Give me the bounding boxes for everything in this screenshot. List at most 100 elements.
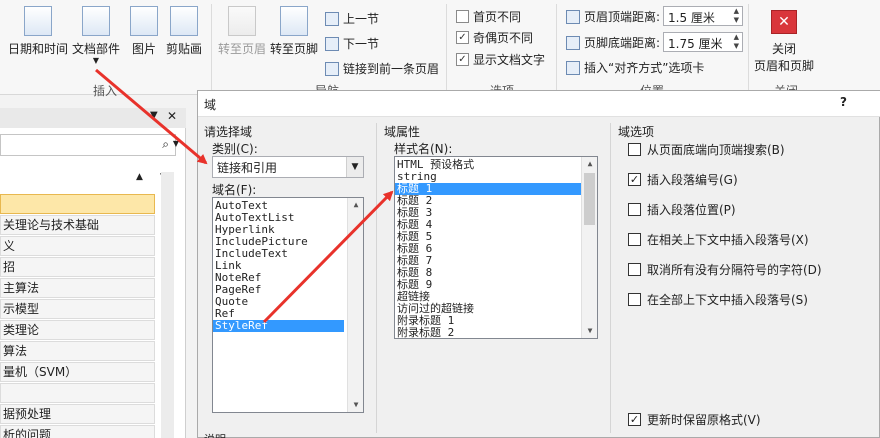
field-names-label: 域名(F): [212, 183, 257, 197]
help-button[interactable]: ? [840, 95, 847, 109]
preserve-format-checkbox[interactable]: ✓ 更新时保留原格式(V) [628, 411, 761, 428]
style-names-list[interactable]: HTML 预设格式 string 标题 1 标题 2 标题 3 标题 4 标题 … [394, 156, 598, 339]
prev-section-icon [325, 11, 339, 26]
close-icon: ✕ [771, 10, 797, 34]
option-label: 从页面底端向顶端搜索(B) [647, 143, 785, 157]
clipart-button[interactable]: 剪贴画 [166, 6, 202, 57]
nav-heading-item[interactable]: 招 [0, 257, 155, 277]
prev-section-button[interactable]: 上一节 [325, 10, 379, 27]
clipart-icon [170, 6, 198, 36]
chevron-up-icon[interactable]: ▲ [582, 157, 597, 171]
footer-bottom-value: 1.75 厘米 [668, 37, 723, 51]
link-prev-button[interactable]: 链接到前一条页眉 [325, 60, 439, 77]
option-insert-para-number[interactable]: ✓ 插入段落编号(G) [628, 171, 738, 188]
footer-bottom-spinner[interactable]: 1.75 厘米 ▲ ▼ [663, 32, 743, 52]
close-label-line2: 页眉和页脚 [754, 59, 815, 73]
nav-heading-item[interactable]: 主算法 [0, 278, 155, 298]
ribbon-separator [556, 4, 557, 92]
option-label: 在全部上下文中插入段落号(S) [647, 293, 808, 307]
option-full-context[interactable]: 在全部上下文中插入段落号(S) [628, 291, 808, 308]
style-name-label: 样式名(N): [394, 142, 453, 156]
ribbon-separator [211, 4, 212, 92]
goto-footer-button[interactable]: 转至页脚 [270, 6, 318, 57]
picture-button[interactable]: 图片 [130, 6, 158, 57]
search-icon[interactable]: ⌕ [162, 137, 169, 152]
insert-align-tab-button[interactable]: 插入“对齐方式”选项卡 [566, 59, 704, 76]
diff-odd-even-checkbox[interactable]: ✓ 奇偶页不同 [456, 29, 533, 46]
calendar-icon [24, 6, 52, 36]
ribbon-separator [446, 4, 447, 92]
style-names-scrollbar[interactable]: ▲ ▼ [581, 157, 597, 338]
nav-search-input[interactable]: ⌕ ▼ [0, 134, 179, 156]
chevron-down-icon[interactable]: ▼ [346, 157, 363, 177]
chevron-down-icon[interactable]: ▼ [582, 324, 597, 338]
option-label: 在相关上下文中插入段落号(X) [647, 233, 809, 247]
align-tab-icon [566, 60, 580, 75]
scrollbar-thumb[interactable] [584, 173, 595, 225]
doc-parts-label: 文档部件 [72, 42, 121, 56]
header-top-spinner[interactable]: 1.5 厘米 ▲ ▼ [663, 6, 743, 26]
option-relative-context[interactable]: 在相关上下文中插入段落号(X) [628, 231, 809, 248]
date-time-label: 日期和时间 [8, 42, 69, 56]
nav-scrollbar[interactable] [161, 172, 174, 438]
nav-heading-item[interactable]: 析的问题 [0, 425, 155, 438]
field-dialog: 域 ? 请选择域 类别(C): 链接和引用 ▼ 域名(F): AutoText … [197, 90, 880, 438]
header-top-label: 页眉顶端距离: [584, 10, 661, 24]
prev-section-label: 上一节 [343, 12, 380, 26]
nav-heading-item[interactable]: 据预处理 [0, 404, 155, 424]
footer-distance-icon [566, 35, 580, 50]
nav-heading-item[interactable]: 示模型 [0, 299, 155, 319]
field-names-scrollbar[interactable]: ▲ ▼ [347, 198, 363, 412]
list-item[interactable]: Quote [213, 296, 363, 308]
footer-bottom-distance: 页脚底端距离: [566, 34, 660, 51]
chevron-down-icon[interactable]: ▼ [348, 398, 363, 412]
option-search-bottom-up[interactable]: 从页面底端向顶端搜索(B) [628, 141, 785, 158]
list-item-selected[interactable]: StyleRef [213, 320, 344, 332]
next-section-button[interactable]: 下一节 [325, 35, 379, 52]
field-properties-heading: 域属性 [384, 125, 421, 139]
chevron-down-icon[interactable]: ▼ [173, 139, 179, 148]
ribbon-separator [748, 4, 749, 92]
dialog-title: 域 [204, 98, 217, 112]
picture-icon [130, 6, 158, 36]
nav-heading-item[interactable] [0, 383, 155, 403]
nav-heading-item[interactable] [0, 194, 155, 214]
clipart-label: 剪贴画 [166, 42, 203, 56]
chevron-up-icon[interactable]: ▲ [348, 198, 363, 212]
footer-bottom-label: 页脚底端距离: [584, 36, 661, 50]
date-time-button[interactable]: 日期和时间 [8, 6, 68, 57]
nav-heading-item[interactable]: 关理论与技术基础 [0, 215, 155, 235]
list-item[interactable]: 附录标题 2 [395, 327, 597, 339]
footer-icon [280, 6, 308, 36]
group-label-insert: 插入 [93, 84, 118, 98]
nav-heading-item[interactable]: 量机（SVM） [0, 362, 155, 382]
dropdown-icon[interactable]: ▼ [150, 110, 158, 121]
next-section-icon [325, 36, 339, 51]
close-icon[interactable]: ✕ [167, 109, 177, 123]
choose-field-heading: 请选择域 [204, 125, 253, 139]
goto-header-button[interactable]: 转至页眉 [218, 6, 266, 57]
diff-first-checkbox[interactable]: 首页不同 [456, 8, 521, 25]
option-label: 插入段落编号(G) [647, 173, 738, 187]
nav-heading-item[interactable]: 类理论 [0, 320, 155, 340]
nav-heading-item[interactable]: 算法 [0, 341, 155, 361]
spinner-arrows-icon[interactable]: ▲ ▼ [734, 7, 739, 25]
field-names-list[interactable]: AutoText AutoTextList Hyperlink IncludeP… [212, 197, 364, 413]
nav-pane-header: ▼ ✕ [0, 108, 186, 128]
checkbox-box [628, 203, 641, 216]
category-label: 类别(C): [212, 142, 258, 156]
diff-odd-even-label: 奇偶页不同 [473, 31, 534, 45]
spinner-arrows-icon[interactable]: ▲ ▼ [734, 33, 739, 51]
category-select[interactable]: 链接和引用 ▼ [212, 156, 364, 178]
divider [376, 123, 377, 433]
close-header-footer-button[interactable]: ✕ 关闭 页眉和页脚 [754, 10, 814, 74]
doc-parts-button[interactable]: 文档部件 ▼ [72, 6, 120, 65]
collapse-up-icon[interactable]: ▲ [136, 172, 143, 182]
checkbox-box [628, 143, 641, 156]
option-suppress-nondelimiter[interactable]: 取消所有没有分隔符号的字符(D) [628, 261, 822, 278]
header-distance-icon [566, 9, 580, 24]
header-icon [228, 6, 256, 36]
show-doc-text-checkbox[interactable]: ✓ 显示文档文字 [456, 51, 545, 68]
nav-heading-item[interactable]: 义 [0, 236, 155, 256]
option-insert-para-position[interactable]: 插入段落位置(P) [628, 201, 736, 218]
